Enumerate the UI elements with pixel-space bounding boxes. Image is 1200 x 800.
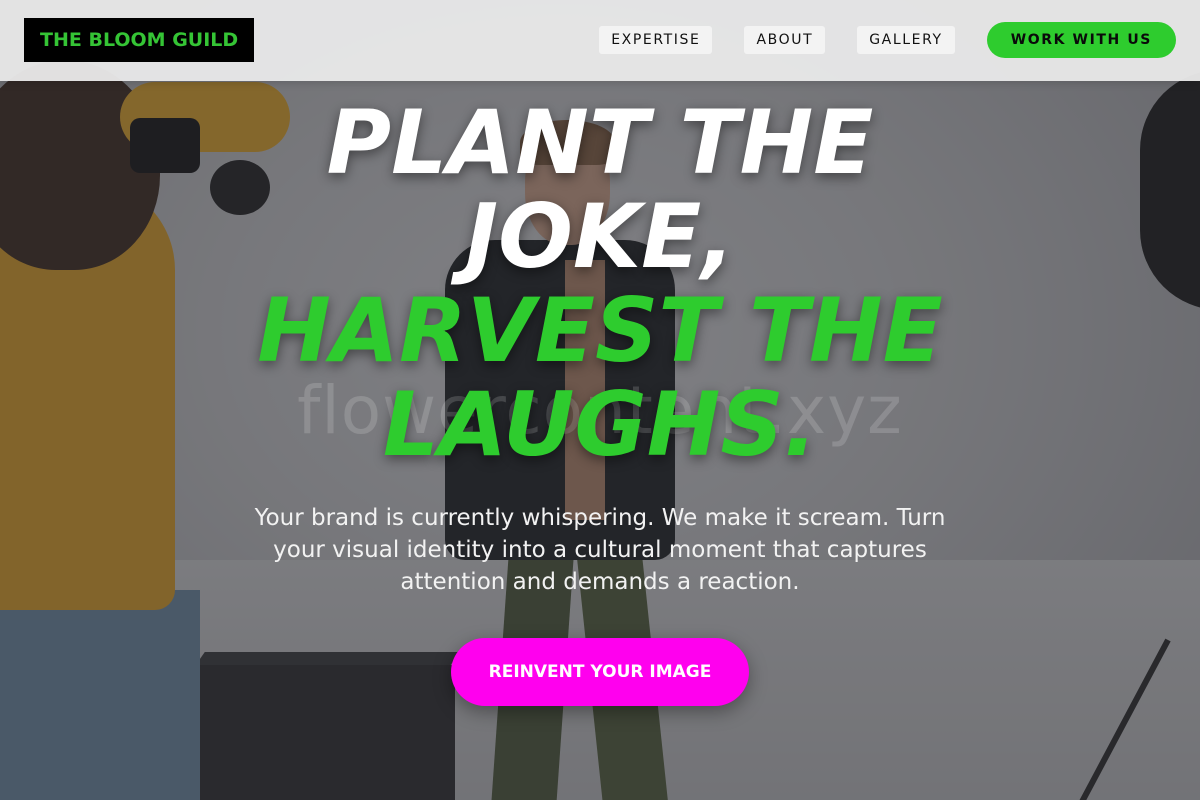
hero-headline: PLANT THE JOKE, HARVEST THE LAUGHS. xyxy=(0,96,1200,472)
reinvent-your-image-button[interactable]: REINVENT YOUR IMAGE xyxy=(451,638,749,706)
brand-logo[interactable]: THE BLOOM GUILD xyxy=(24,18,255,62)
nav-link-about[interactable]: ABOUT xyxy=(744,26,826,54)
headline-line-2: HARVEST THE LAUGHS. xyxy=(257,279,943,476)
site-header: THE BLOOM GUILD EXPERTISE ABOUT GALLERY … xyxy=(0,0,1200,81)
nav-link-expertise[interactable]: EXPERTISE xyxy=(599,26,713,54)
nav-link-gallery[interactable]: GALLERY xyxy=(857,26,955,54)
hero-subtext: Your brand is currently whispering. We m… xyxy=(254,505,946,595)
work-with-us-button[interactable]: WORK WITH US xyxy=(986,22,1176,58)
main-nav: EXPERTISE ABOUT GALLERY WORK WITH US xyxy=(599,22,1176,58)
headline-line-1: PLANT THE JOKE, xyxy=(326,91,874,288)
landing-page: flowercontent.xyz THE BLOOM GUILD EXPERT… xyxy=(0,0,1200,800)
